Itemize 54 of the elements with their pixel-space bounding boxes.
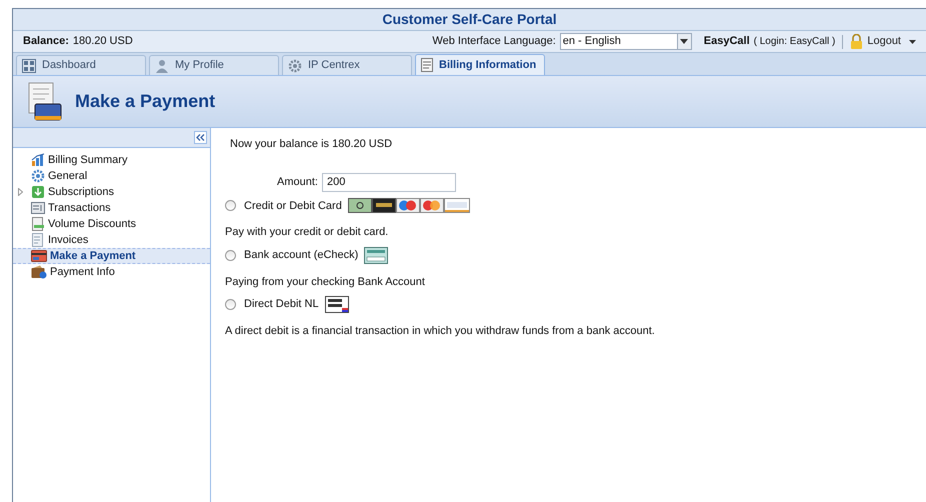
collapsed-arrow-icon[interactable] [18,188,23,196]
user-icon [155,58,169,72]
logout-button[interactable]: Logout [850,33,916,50]
list-icon [31,201,45,215]
payment-method-label: Bank account (eCheck) [244,248,358,263]
language-label: Web Interface Language: [432,34,556,50]
document-icon [31,233,45,247]
tab[interactable]: Dashboard [16,55,146,75]
sidebar-item[interactable]: Payment Info [13,264,210,280]
radio-button[interactable] [225,299,236,310]
payment-method-description: A direct debit is a financial transaction in which you withdraw funds from a bank account. [225,324,656,339]
lock-icon [850,34,864,49]
chart-icon [31,153,45,167]
caret-icon [909,40,916,44]
sidebar-item[interactable]: Subscriptions [13,184,210,200]
payment-method-description: Pay with your credit or debit card. [225,225,390,240]
page-title: Make a Payment [75,90,216,113]
payment-method-label: Credit or Debit Card [244,198,342,214]
sidebar-item[interactable]: General [13,168,210,184]
wallet-icon [31,265,47,279]
payment-method-label: Direct Debit NL [244,297,319,312]
check-card-icon [364,246,388,264]
tab[interactable]: IP Centrex [282,55,412,75]
amount-label: Amount: [277,174,318,190]
payment-method-description: Paying from your checking Bank Account [225,274,426,290]
amount-field[interactable]: 200 [322,172,456,192]
balance-text: Now your balance is 180.20 USD [230,137,394,152]
sidebar-item[interactable]: Volume Discounts [13,216,210,232]
dashboard-icon [22,58,36,72]
language-dropdown[interactable]: en - English [560,33,692,50]
download-icon [31,185,45,199]
gear-icon [31,169,45,183]
sidebar-item[interactable]: Transactions [13,200,210,216]
gear-icon [288,58,302,72]
radio-button[interactable] [225,200,236,212]
direct-debit-logo-icon [324,296,349,313]
payment-document-icon [27,82,63,122]
credit-card-icon [31,249,47,263]
balance-value: 180.20 USD [72,34,133,50]
login-info: ( Login: EasyCall ) [754,35,836,49]
balance-label: Balance: [23,34,69,50]
double-chevron-icon [196,134,205,141]
sidebar-item[interactable]: Billing Summary [13,152,210,168]
sidebar-item[interactable]: Invoices [13,232,210,248]
window-title: Customer Self-Care Portal [382,10,557,29]
sidebar-item[interactable]: Make a Payment [13,248,210,264]
caret-icon [680,39,688,44]
document-icon [421,58,433,72]
tab[interactable]: Billing Information [415,54,545,75]
document-icon [31,217,45,231]
collapse-button[interactable] [194,131,207,144]
tab[interactable]: My Profile [149,55,279,75]
radio-button[interactable] [225,250,236,260]
account-name: EasyCall [704,34,750,50]
